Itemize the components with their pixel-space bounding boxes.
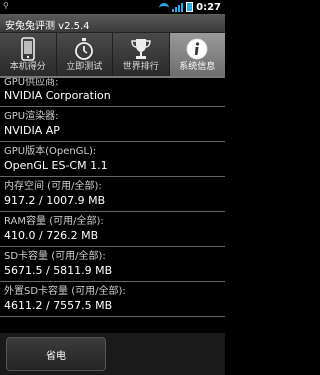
- info-value: 917.2 / 1007.9 MB: [4, 194, 106, 207]
- info-row-ram: RAM容量 (可用/全部): 410.0 / 726.2 MB: [0, 212, 225, 247]
- tab-score[interactable]: 本机得分: [0, 33, 57, 76]
- info-value: OpenGL ES-CM 1.1: [4, 159, 108, 172]
- power-save-button[interactable]: 省电: [6, 337, 106, 371]
- info-label: GPU供应商:: [4, 78, 59, 88]
- info-row-external-sd: 外置SD卡容量 (可用/全部): 4611.2 / 7557.5 MB: [0, 282, 225, 317]
- info-row-gpu-renderer: GPU渲染器: NVIDIA AP: [0, 107, 225, 142]
- info-value: NVIDIA Corporation: [4, 89, 111, 102]
- info-label: 外置SD卡容量 (可用/全部):: [4, 286, 126, 297]
- wifi-icon: [159, 3, 170, 11]
- tab-label: 立即测试: [66, 62, 103, 72]
- status-icons: 0:27: [159, 0, 221, 14]
- info-label: GPU渲染器:: [4, 111, 59, 122]
- info-label: RAM容量 (可用/全部):: [4, 216, 104, 227]
- tab-label: 世界排行: [122, 62, 159, 72]
- info-row-gpu-version: GPU版本(OpenGL): OpenGL ES-CM 1.1: [0, 142, 225, 177]
- usb-icon: ⚲: [3, 1, 9, 10]
- battery-icon: [186, 2, 194, 12]
- info-value: 4611.2 / 7557.5 MB: [4, 299, 113, 312]
- app-title: 安兔兔评测 v2.5.4: [5, 21, 90, 32]
- info-row-sd-card: SD卡容量 (可用/全部): 5671.5 / 5811.9 MB: [0, 247, 225, 282]
- info-value: 410.0 / 726.2 MB: [4, 229, 99, 242]
- title-bar: 安兔兔评测 v2.5.4: [0, 14, 225, 33]
- tab-world-ranking[interactable]: 世界排行: [113, 33, 170, 76]
- info-label: SD卡容量 (可用/全部):: [4, 251, 106, 262]
- info-row-gpu-vendor: GPU供应商: NVIDIA Corporation: [0, 78, 225, 107]
- info-label: GPU版本(OpenGL):: [4, 146, 97, 157]
- system-info-list[interactable]: GPU供应商: NVIDIA Corporation GPU渲染器: NVIDI…: [0, 78, 225, 333]
- info-label: 内存空间 (可用/全部):: [4, 181, 102, 192]
- tab-label: 系统信息: [179, 62, 216, 72]
- signal-icon: [172, 2, 184, 12]
- status-time: 0:27: [196, 1, 221, 13]
- info-value: NVIDIA AP: [4, 124, 60, 137]
- status-bar: ⚲ 0:27: [0, 0, 225, 14]
- tab-label: 本机得分: [9, 62, 46, 72]
- info-row-memory: 内存空间 (可用/全部): 917.2 / 1007.9 MB: [0, 177, 225, 212]
- tab-test-now[interactable]: 立即测试: [57, 33, 113, 76]
- tab-bar: 本机得分 立即测试 世界排行 系统信息: [0, 33, 225, 78]
- info-value: 5671.5 / 5811.9 MB: [4, 264, 113, 277]
- tab-system-info[interactable]: 系统信息: [169, 33, 225, 76]
- bottom-bar: 省电: [0, 333, 225, 375]
